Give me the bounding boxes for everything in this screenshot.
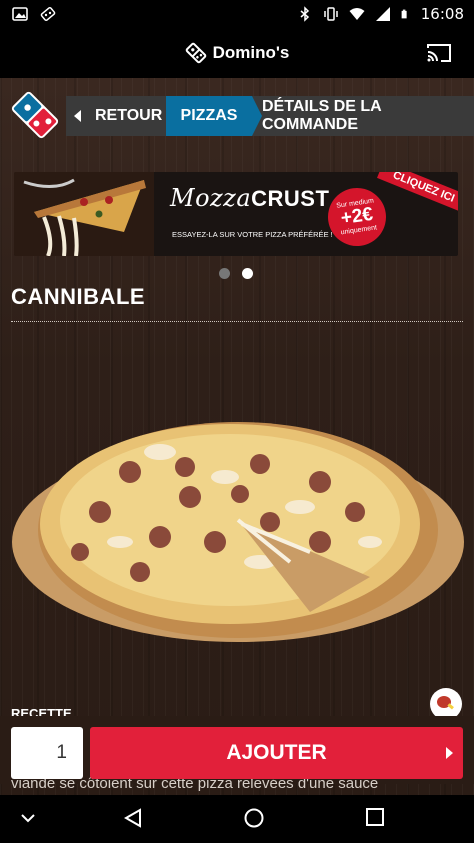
pizza-name: CANNIBALE: [11, 284, 146, 309]
pizza-image: [12, 422, 464, 642]
tab-pizzas[interactable]: PIZZAS: [166, 96, 262, 136]
system-nav-bar: [0, 795, 474, 843]
back-triangle-icon[interactable]: [122, 807, 144, 829]
add-to-cart-button[interactable]: AJOUTER: [90, 727, 463, 779]
status-bar: 16:08: [0, 0, 474, 28]
dominos-logo[interactable]: [8, 88, 62, 142]
banner-tagline: ESSAYEZ-LA SUR VOTRE PIZZA PRÉFÉRÉE !: [172, 230, 333, 239]
chicken-leg-icon: [437, 696, 454, 710]
dominos-notification-icon: [40, 6, 56, 22]
status-time: 16:08: [420, 5, 464, 23]
carousel-dot-active[interactable]: [242, 268, 253, 279]
banner-brand-script: Mozza: [170, 184, 252, 212]
title-divider: [11, 321, 463, 322]
cellular-icon: [375, 7, 390, 21]
tab-order-details-label: DÉTAILS DE LA COMMANDE: [262, 98, 382, 133]
breadcrumb: RETOUR PIZZAS DÉTAILS DE LA COMMANDE: [66, 96, 474, 136]
vibrate-icon: [324, 7, 338, 21]
back-button[interactable]: RETOUR: [66, 96, 166, 136]
app-bar: Domino's: [0, 28, 474, 78]
tab-pizzas-label: PIZZAS: [180, 107, 238, 124]
pizza-slice-photo: [14, 172, 154, 256]
recents-square-icon[interactable]: [365, 807, 385, 827]
promo-banner[interactable]: MozzaCRUST ESSAYEZ-LA SUR VOTRE PIZZA PR…: [14, 172, 458, 256]
bluetooth-icon: [300, 6, 309, 22]
battery-icon: [401, 9, 407, 19]
add-button-label: AJOUTER: [226, 741, 327, 764]
chevron-left-icon: [74, 110, 81, 122]
dominos-logo-icon: [185, 42, 206, 64]
tab-order-details[interactable]: DÉTAILS DE LA COMMANDE: [252, 96, 474, 136]
price-badge: Sur medium +2€ uniquement: [324, 184, 390, 250]
carousel-indicator: [219, 268, 253, 279]
chevron-right-icon: [446, 747, 453, 759]
wifi-icon: [349, 8, 365, 20]
app-title: Domino's: [212, 43, 290, 62]
banner-brand-bold: CRUST: [251, 186, 330, 211]
home-circle-icon[interactable]: [243, 807, 265, 829]
cast-icon[interactable]: [426, 42, 452, 64]
carousel-dot[interactable]: [219, 268, 230, 279]
back-label: RETOUR: [95, 107, 163, 124]
quantity-field[interactable]: 1: [11, 727, 83, 779]
cliquez-ici-ribbon[interactable]: CLIQUEZ ICI: [376, 172, 458, 213]
chevron-down-icon[interactable]: [20, 812, 36, 824]
banner-brand: MozzaCRUST: [170, 184, 329, 212]
image-icon: [12, 7, 28, 21]
